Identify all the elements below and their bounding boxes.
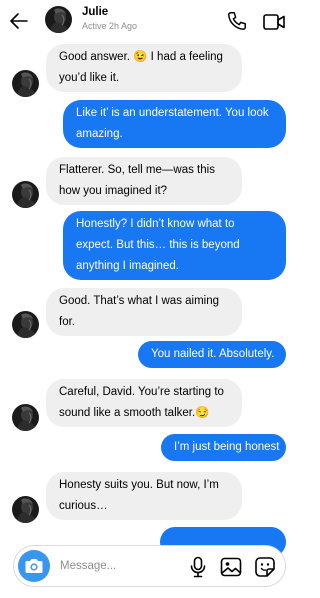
avatar[interactable] [12, 70, 39, 97]
message-bubble-incoming[interactable]: Good answer. 😉 I had a feeling you’d lik… [46, 44, 242, 92]
image-icon [220, 557, 242, 577]
message-bubble-incoming[interactable]: Honesty suits you. But now, I’m curious… [46, 472, 242, 520]
sticker-button[interactable] [254, 556, 276, 578]
avatar[interactable] [12, 496, 39, 523]
gallery-button[interactable] [220, 556, 242, 578]
camera-icon [25, 559, 43, 573]
message-bubble-outgoing[interactable]: I’m just being honest [161, 434, 286, 461]
voice-message-button[interactable] [188, 556, 208, 578]
message-bubble-outgoing[interactable]: You nailed it. Absolutely. [138, 341, 286, 368]
contact-name[interactable]: Julie [82, 6, 108, 18]
avatar[interactable] [45, 6, 72, 33]
video-camera-icon [263, 14, 285, 30]
arrow-left-icon [10, 13, 28, 29]
avatar[interactable] [12, 404, 39, 431]
message-input[interactable] [60, 556, 180, 576]
message-bubble-incoming[interactable]: Careful, David. You’re starting to sound… [46, 379, 242, 427]
message-bubble-incoming[interactable]: Flatterer. So, tell me—was this how you … [46, 157, 242, 205]
phone-icon [228, 12, 246, 30]
call-button[interactable] [226, 10, 248, 32]
camera-button[interactable] [18, 550, 50, 582]
avatar[interactable] [12, 181, 39, 208]
active-status: Active 2h Ago [82, 21, 138, 31]
avatar[interactable] [12, 311, 39, 338]
message-composer [13, 545, 286, 587]
message-bubble-incoming[interactable]: Good. That’s what I was aiming for. [46, 288, 242, 336]
back-button[interactable] [6, 8, 32, 34]
microphone-icon [190, 556, 206, 578]
chat-header: Julie Active 2h Ago [0, 0, 299, 42]
message-bubble-outgoing[interactable]: Like it’ is an understatement. You look … [63, 100, 286, 148]
message-bubble-outgoing[interactable]: Honestly? I didn’t know what to expect. … [63, 211, 286, 280]
sticker-icon [255, 557, 275, 577]
video-call-button[interactable] [262, 11, 286, 33]
